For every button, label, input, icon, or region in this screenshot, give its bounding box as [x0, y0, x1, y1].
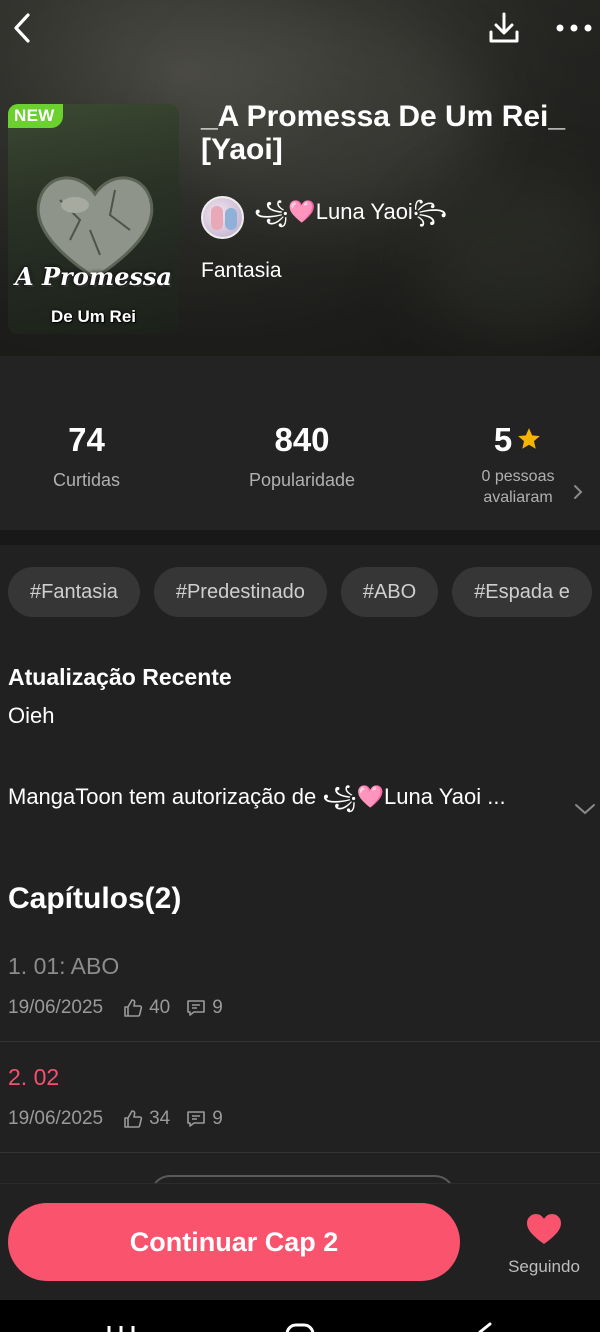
author-row[interactable]: ꧁🩷Luna Yaoi꧂ — [201, 195, 447, 239]
stats-panel: 74 Curtidas 840 Popularidade 5 0 pessoas… — [0, 356, 600, 530]
chapter-comments: 9 — [212, 1108, 223, 1129]
recent-update-heading: Atualização Recente — [8, 664, 232, 690]
top-bar — [0, 0, 600, 56]
chapter-likes: 40 — [149, 997, 171, 1018]
thumb-up-icon — [123, 1109, 143, 1129]
comment-icon — [186, 1109, 206, 1129]
chapter-row[interactable]: 2. 02 19/06/2025 34 9 — [0, 1042, 600, 1153]
cover-image: A Promessa De Um Rei — [8, 104, 179, 334]
back-arrow-icon — [14, 13, 30, 43]
popularity-stat: 840 Popularidade — [222, 422, 382, 491]
heart-icon — [527, 1214, 561, 1244]
section-divider — [0, 530, 600, 545]
likes-count: 74 — [68, 421, 105, 458]
tag-chip[interactable]: #ABO — [340, 567, 439, 617]
recent-apps-icon[interactable] — [106, 1324, 136, 1332]
chapter-likes: 34 — [149, 1108, 171, 1129]
home-icon[interactable] — [284, 1322, 316, 1332]
chapter-title[interactable]: 1. 01: ABO — [8, 953, 119, 980]
tag-chip[interactable]: #Predestinado — [153, 567, 327, 617]
comment-icon — [186, 998, 206, 1018]
more-icon — [556, 24, 592, 32]
chapter-meta: 19/06/2025 34 9 — [8, 1108, 223, 1130]
thumb-up-icon — [123, 998, 143, 1018]
likes-label: Curtidas — [52, 470, 121, 490]
bottom-action-bar: Continuar Cap 2 Seguindo — [0, 1183, 600, 1300]
author-name[interactable]: ꧁🩷Luna Yaoi꧂ — [254, 195, 447, 240]
cover-title-line1: A Promessa — [15, 262, 172, 291]
chapter-comments: 9 — [212, 997, 223, 1018]
rating-value: 5 — [493, 421, 513, 458]
likes-stat: 74 Curtidas — [30, 422, 143, 491]
continue-reading-button[interactable]: Continuar Cap 2 — [8, 1203, 460, 1281]
chapter-title[interactable]: 2. 02 — [8, 1064, 59, 1091]
chapter-date: 19/06/2025 — [8, 997, 104, 1018]
follow-button[interactable]: Seguindo — [500, 1212, 588, 1277]
new-badge: NEW — [8, 104, 63, 128]
comic-title: _A Promessa De Um Rei_ [Yaoi] — [201, 100, 566, 166]
star-icon — [518, 428, 541, 450]
follow-label: Seguindo — [508, 1257, 580, 1276]
download-icon — [489, 12, 519, 43]
rating-label: 0 pessoas avaliaram — [481, 468, 555, 506]
chapter-row[interactable]: 1. 01: ABO 19/06/2025 40 9 — [0, 931, 600, 1042]
authorization-text[interactable]: MangaToon tem autorização de ꧁🩷Luna Yaoi… — [8, 780, 578, 825]
tag-chip[interactable]: #Espada e — [452, 567, 592, 617]
author-avatar[interactable] — [201, 195, 244, 239]
chapter-meta: 19/06/2025 40 9 — [8, 997, 223, 1019]
back-button[interactable] — [4, 8, 40, 48]
system-navigation-bar — [0, 1300, 600, 1332]
popularity-label: Popularidade — [248, 470, 356, 490]
tag-chip[interactable]: #Fantasia — [8, 567, 140, 617]
chapters-heading: Capítulos(2) — [8, 882, 182, 915]
popularity-count: 840 — [274, 421, 330, 458]
recent-update-text: Oieh — [8, 703, 55, 728]
genre-label: Fantasia — [201, 259, 282, 282]
more-options-button[interactable] — [552, 8, 596, 48]
chevron-right-icon[interactable] — [572, 484, 584, 500]
chevron-down-icon[interactable] — [574, 802, 596, 816]
tag-list: #Fantasia #Predestinado #ABO #Espada e — [8, 567, 592, 617]
chapter-date: 19/06/2025 — [8, 1108, 104, 1129]
cover-title-line2: De Um Rei — [50, 307, 137, 326]
system-back-icon[interactable] — [474, 1322, 494, 1332]
rating-stat[interactable]: 5 0 pessoas avaliaram — [460, 422, 576, 508]
download-button[interactable] — [484, 8, 524, 48]
